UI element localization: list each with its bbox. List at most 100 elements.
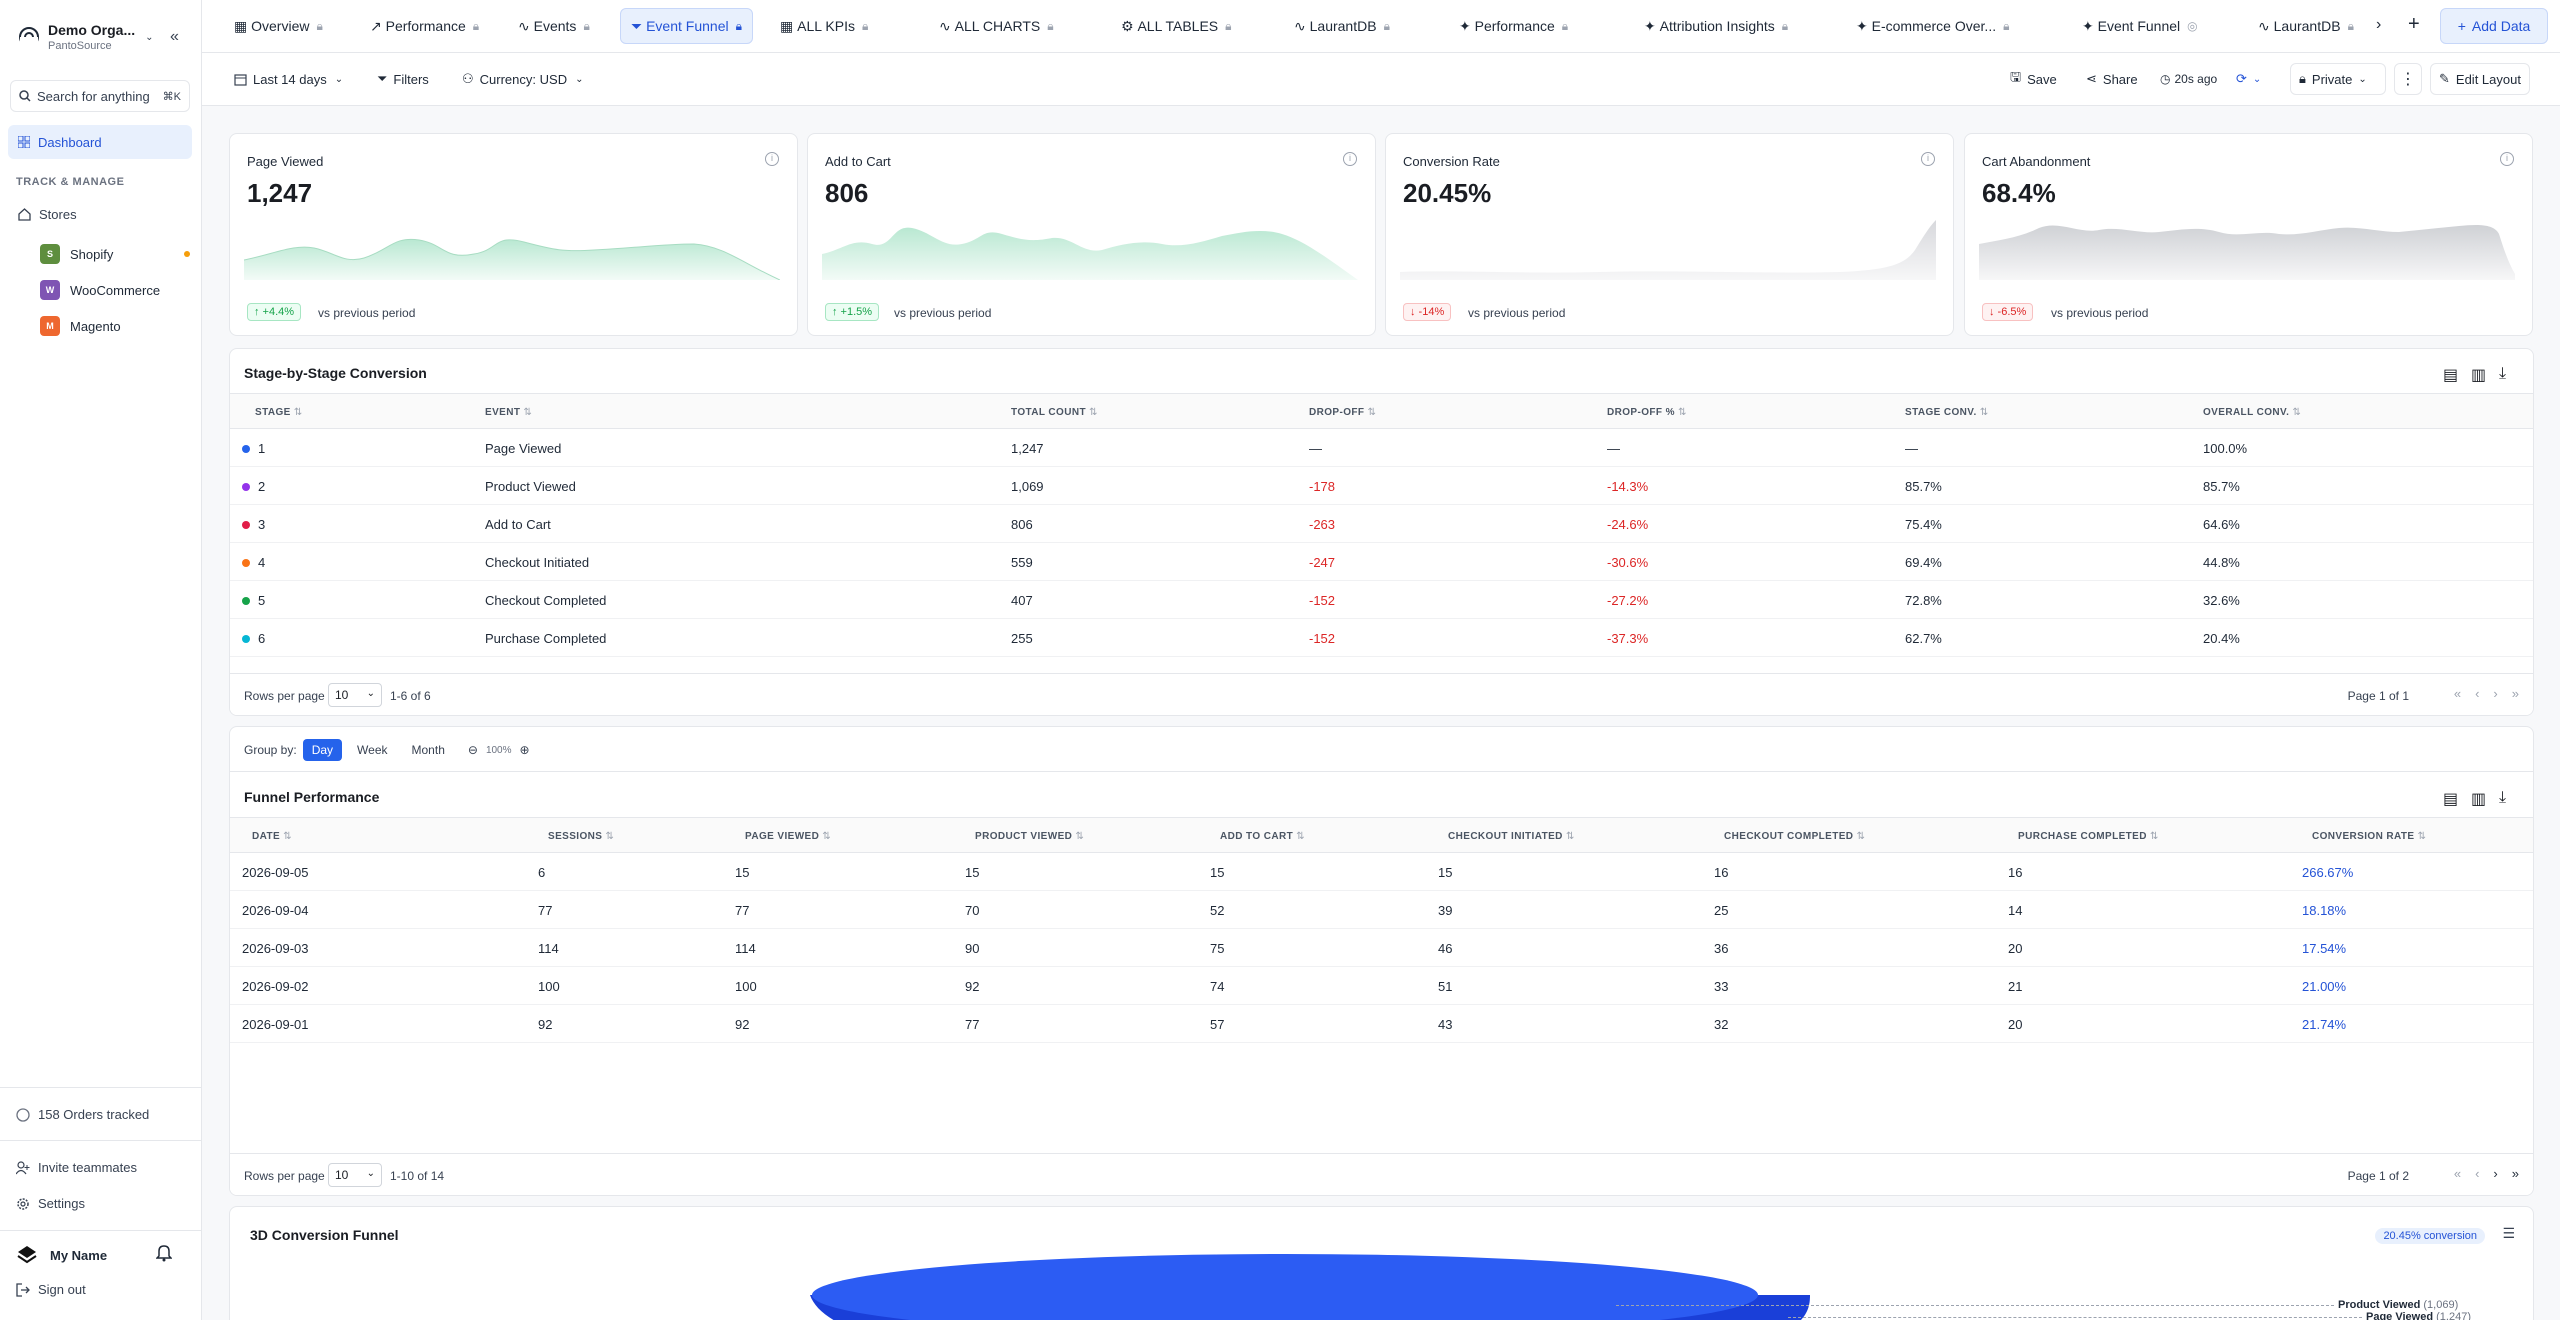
download-icon[interactable]: ⤓	[2499, 789, 2513, 806]
rows-per-page-value: 10	[335, 1168, 349, 1182]
group-by-month[interactable]: Month	[403, 739, 454, 761]
filters-button[interactable]: ⏷ Filters	[369, 63, 437, 95]
share-button[interactable]: ⋖ Share	[2078, 63, 2146, 95]
first-page-icon[interactable]: «	[2454, 686, 2461, 701]
table-icon[interactable]: ▤	[2443, 365, 2458, 384]
info-icon[interactable]: i	[2500, 152, 2514, 166]
kpi-change-badge: ↑ +1.5%	[825, 303, 880, 321]
tab-event-funnel[interactable]: ⏷ Event Funnel 🔒︎	[620, 8, 753, 44]
search-input[interactable]: Search for anything ⌘K	[10, 80, 190, 112]
column-header[interactable]: TOTAL COUNT	[1011, 407, 1098, 418]
table-cell[interactable]: 21.74%	[2302, 1017, 2346, 1032]
table-cell[interactable]: 266.67%	[2302, 865, 2353, 880]
tab-overview[interactable]: ▦ Overview 🔒︎	[224, 8, 333, 44]
tab-event-funnel-2[interactable]: ✦ Event Funnel ◎	[2072, 8, 2208, 44]
store-woocommerce[interactable]: W WooCommerce	[40, 275, 190, 305]
next-page-icon[interactable]: ›	[2493, 1166, 2497, 1181]
refresh-button[interactable]: ⟳ ⌄	[2228, 63, 2269, 95]
column-header[interactable]: DROP-OFF	[1309, 407, 1376, 418]
cell-text: Page Viewed	[485, 441, 562, 456]
column-header[interactable]: OVERALL CONV.	[2203, 407, 2301, 418]
download-icon[interactable]: ⤓	[2499, 365, 2513, 382]
tab-laurantdb[interactable]: ∿ LaurantDB 🔒︎	[1284, 8, 1400, 44]
collapse-sidebar-icon[interactable]: «	[170, 28, 179, 46]
zoom-in-icon[interactable]: ⊕	[520, 743, 530, 757]
prev-page-icon[interactable]: ‹	[2475, 686, 2479, 701]
rows-per-page-label: Rows per page	[244, 689, 325, 703]
sign-out-button[interactable]: Sign out	[16, 1282, 86, 1297]
column-header[interactable]: CONVERSION RATE	[2312, 831, 2426, 842]
store-shopify[interactable]: S Shopify	[40, 239, 190, 269]
tab-all-tables[interactable]: ⚙ ALL TABLES 🔒︎	[1111, 8, 1242, 44]
first-page-icon[interactable]: «	[2454, 1166, 2461, 1181]
settings-button[interactable]: Settings	[16, 1196, 85, 1211]
tab-performance[interactable]: ↗ Performance 🔒︎	[360, 8, 489, 44]
column-header[interactable]: PURCHASE COMPLETED	[2018, 831, 2159, 842]
column-header[interactable]: EVENT	[485, 407, 532, 418]
group-by-week[interactable]: Week	[348, 739, 396, 761]
sparkle-icon: ✦	[1856, 17, 1868, 34]
currency-selector[interactable]: ⚇ Currency: USD ⌄	[454, 63, 591, 95]
chevron-down-icon: ⌄	[575, 73, 584, 85]
info-icon[interactable]: i	[765, 152, 779, 166]
column-header[interactable]: CHECKOUT COMPLETED	[1724, 831, 1865, 842]
grid-icon: ▦	[234, 17, 248, 34]
prev-page-icon[interactable]: ‹	[2475, 1166, 2479, 1181]
tab-all-charts[interactable]: ∿ ALL CHARTS 🔒︎	[929, 8, 1064, 44]
tab-performance-2[interactable]: ✦ Performance 🔒︎	[1449, 8, 1578, 44]
sidebar-item-dashboard[interactable]: Dashboard	[8, 125, 192, 159]
store-magento[interactable]: M Magento	[40, 311, 190, 341]
table-cell[interactable]: 17.54%	[2302, 941, 2346, 956]
save-button[interactable]: 🖫 Save	[2002, 63, 2065, 95]
tab-all-kpis[interactable]: ▦ ALL KPIs 🔒︎	[770, 8, 878, 44]
column-header[interactable]: PAGE VIEWED	[745, 831, 831, 842]
rows-per-page-select[interactable]: 10 ⌄	[328, 683, 382, 707]
rows-per-page-select[interactable]: 10 ⌄	[328, 1163, 382, 1187]
add-tab-icon[interactable]: +	[2408, 13, 2420, 36]
table-cell[interactable]: 18.18%	[2302, 903, 2346, 918]
columns-icon[interactable]: ▥	[2471, 365, 2486, 384]
info-icon[interactable]: i	[1343, 152, 1357, 166]
last-page-icon[interactable]: »	[2512, 686, 2519, 701]
column-header[interactable]: DROP-OFF %	[1607, 407, 1687, 418]
table-cell[interactable]: 21.00%	[2302, 979, 2346, 994]
more-options-button[interactable]: ⋮	[2394, 63, 2422, 95]
tab-attribution-insights[interactable]: ✦ Attribution Insights 🔒︎	[1634, 8, 1798, 44]
edit-layout-button[interactable]: ✎ Edit Layout	[2430, 63, 2530, 95]
tab-ecommerce-overview[interactable]: ✦ E-commerce Over... 🔒︎	[1846, 8, 2019, 44]
sidebar-item-stores[interactable]: Stores	[8, 197, 87, 231]
add-data-button[interactable]: + Add Data	[2440, 8, 2548, 44]
column-header[interactable]: SESSIONS	[548, 831, 614, 842]
column-header[interactable]: ADD TO CART	[1220, 831, 1305, 842]
add-data-label: Add Data	[2471, 18, 2531, 34]
user-profile[interactable]: My Name	[16, 1244, 107, 1266]
group-by-day[interactable]: Day	[302, 739, 343, 761]
kpi-comparison: vs previous period	[318, 306, 416, 320]
tab-label: Performance	[385, 18, 466, 34]
next-page-icon[interactable]: ›	[2493, 686, 2497, 701]
column-header[interactable]: CHECKOUT INITIATED	[1448, 831, 1575, 842]
last-page-icon[interactable]: »	[2512, 1166, 2519, 1181]
info-icon[interactable]: i	[1921, 152, 1935, 166]
table-cell: 15	[735, 865, 750, 880]
column-header[interactable]: PRODUCT VIEWED	[975, 831, 1084, 842]
invite-teammates-button[interactable]: Invite teammates	[16, 1160, 137, 1175]
column-header[interactable]: STAGE	[255, 407, 303, 418]
kpi-sparkline	[822, 227, 1358, 280]
column-header[interactable]: DATE	[252, 831, 292, 842]
columns-icon[interactable]: ▥	[2471, 789, 2486, 808]
tab-events[interactable]: ∿ Events 🔒︎	[508, 8, 600, 44]
menu-icon[interactable]: ☰	[2502, 1225, 2515, 1242]
column-header[interactable]: STAGE CONV.	[1905, 407, 1989, 418]
section-title: Funnel Performance	[244, 789, 380, 805]
visibility-selector[interactable]: 🔒︎ Private ⌄	[2290, 63, 2386, 95]
table-icon[interactable]: ▤	[2443, 789, 2458, 808]
tab-laurantdb-2[interactable]: ∿ LaurantDB 🔒︎	[2248, 8, 2364, 44]
chevron-right-icon[interactable]: ›	[2376, 16, 2381, 34]
cell-text: 72.8%	[1905, 593, 1942, 608]
zoom-out-icon[interactable]: ⊖	[468, 743, 478, 757]
date-range-selector[interactable]: Last 14 days ⌄	[226, 63, 351, 95]
shopify-logo-icon: S	[40, 244, 60, 264]
bell-icon[interactable]	[155, 1244, 173, 1267]
org-switcher[interactable]: Demo Orga... PantoSource ⌄	[18, 22, 154, 52]
